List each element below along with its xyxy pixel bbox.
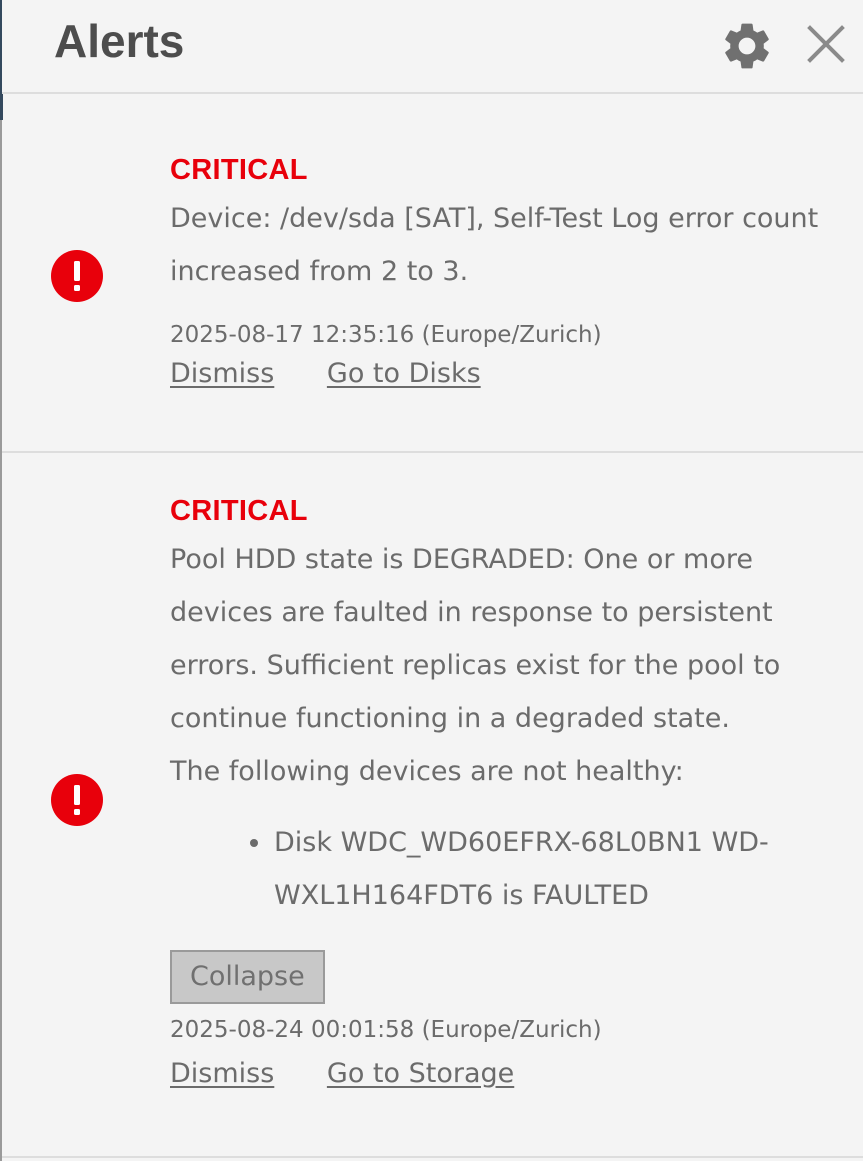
alert-message-line2: The following devices are not healthy: [170,756,684,787]
dismiss-link[interactable]: Dismiss [170,358,274,389]
alert-body: CRITICAL Pool HDD state is DEGRADED: One… [170,491,823,1094]
alert-level: CRITICAL [170,495,308,527]
go-to-disks-link[interactable]: Go to Disks [327,358,481,389]
alert-body: CRITICAL Device: /dev/sda [SAT], Self-Te… [170,150,823,394]
alert-datetime: 2025-08-17 12:35:16 (Europe/Zurich) [170,322,602,348]
alert-message: Pool HDD state is DEGRADED: One or more … [170,533,823,798]
unhealthy-devices-list: Disk WDC_WD60EFRX-68L0BN1 WD-WXL1H164FDT… [170,816,823,922]
alert-item: CRITICAL Device: /dev/sda [SAT], Self-Te… [2,94,863,453]
error-icon [51,774,103,826]
alert-level: CRITICAL [170,154,308,186]
panel-title: Alerts [54,15,185,67]
alert-message: Device: /dev/sda [SAT], Self-Test Log er… [170,203,819,287]
alert-message-text: Pool HDD state is DEGRADED: One or more … [170,544,781,734]
alerts-header: Alerts [2,0,863,94]
alerts-panel: Alerts CRITICAL Device: /dev/sda [SAT], … [0,0,863,1161]
list-item: Disk WDC_WD60EFRX-68L0BN1 WD-WXL1H164FDT… [250,816,823,922]
alert-actions: Dismiss Go to Disks [170,354,823,394]
alert-datetime: 2025-08-24 00:01:58 (Europe/Zurich) [170,1017,602,1043]
error-icon [51,250,103,302]
close-icon[interactable] [802,20,850,68]
collapse-button[interactable]: Collapse [170,950,325,1004]
alert-item: CRITICAL Pool HDD state is DEGRADED: One… [2,453,863,1158]
alert-actions: Dismiss Go to Storage [170,1054,823,1094]
dismiss-link[interactable]: Dismiss [170,1058,274,1089]
gear-icon[interactable] [719,18,775,74]
go-to-storage-link[interactable]: Go to Storage [327,1058,514,1089]
